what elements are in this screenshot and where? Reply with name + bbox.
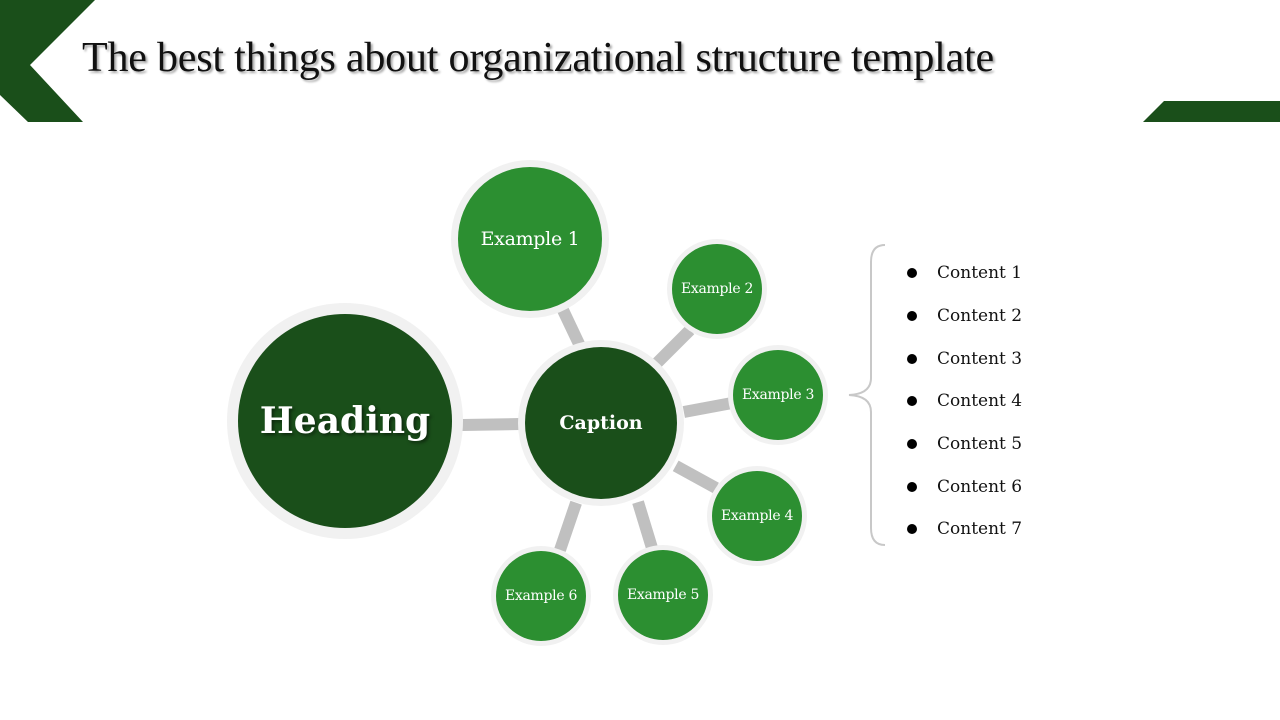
connector-heading-caption xyxy=(461,418,521,431)
bullet-icon xyxy=(907,311,917,322)
example-node-1: Example 1 xyxy=(451,160,609,318)
example-label: Example 4 xyxy=(720,508,794,524)
example-label: Example 6 xyxy=(504,588,578,604)
heading-node: Heading xyxy=(227,303,463,539)
bullet-icon xyxy=(907,524,917,535)
right-bar-shape xyxy=(1143,101,1280,122)
page-title: The best things about organizational str… xyxy=(82,35,994,81)
caption-node: Caption xyxy=(518,340,684,506)
bullet-icon xyxy=(907,439,917,450)
content-list: Content 1 Content 2 Content 3 Content 4 … xyxy=(905,252,1022,551)
bullet-icon xyxy=(907,353,917,364)
connector-example-3 xyxy=(682,397,734,418)
list-item: Content 2 xyxy=(905,295,1022,338)
example-label: Example 2 xyxy=(680,281,754,297)
list-item: Content 7 xyxy=(905,508,1022,551)
list-item: Content 1 xyxy=(905,252,1022,295)
example-node-6: Example 6 xyxy=(491,546,591,646)
bullet-icon xyxy=(907,268,917,279)
heading-label: Heading xyxy=(259,400,431,442)
connector-example-6 xyxy=(554,501,582,552)
list-item: Content 6 xyxy=(905,465,1022,508)
connector-example-5 xyxy=(632,500,658,550)
example-label: Example 3 xyxy=(741,387,815,403)
example-label: Example 1 xyxy=(480,228,580,250)
example-node-4: Example 4 xyxy=(707,466,807,566)
example-node-2: Example 2 xyxy=(667,239,767,339)
bullet-icon xyxy=(907,481,917,492)
left-chevron-shape xyxy=(0,0,95,122)
list-item: Content 5 xyxy=(905,423,1022,466)
caption-label: Caption xyxy=(559,412,643,434)
example-label: Example 5 xyxy=(626,587,700,603)
example-node-3: Example 3 xyxy=(728,345,828,445)
brace-icon xyxy=(848,244,886,546)
example-node-5: Example 5 xyxy=(613,545,713,645)
connector-example-4 xyxy=(673,460,719,494)
bullet-icon xyxy=(907,396,917,407)
list-item: Content 4 xyxy=(905,380,1022,423)
list-item: Content 3 xyxy=(905,337,1022,380)
